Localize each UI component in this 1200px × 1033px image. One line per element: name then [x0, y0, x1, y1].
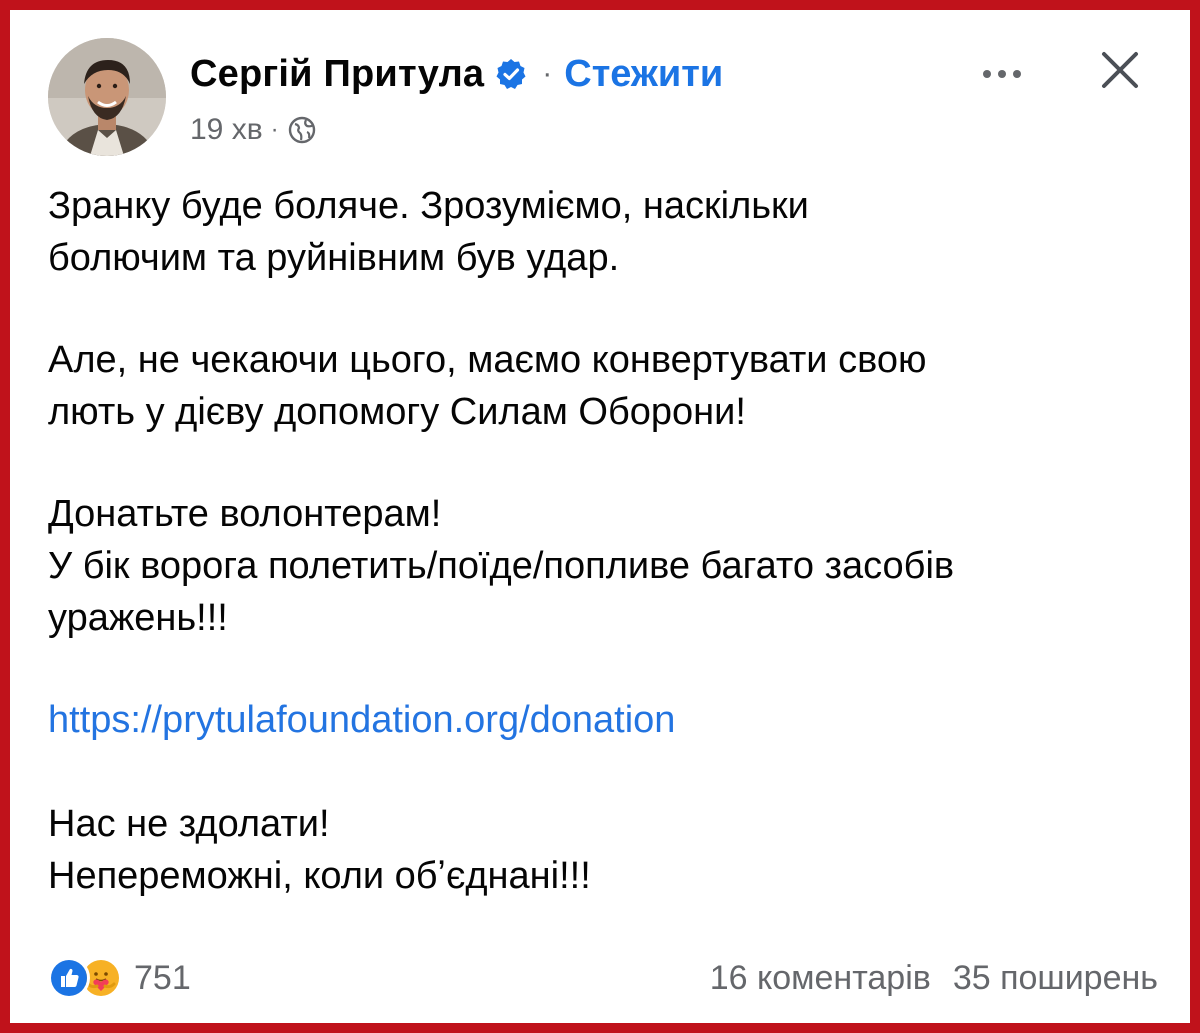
more-dots-icon: [983, 70, 1021, 78]
reactions-summary[interactable]: 751: [48, 957, 191, 999]
reactions-count: 751: [134, 958, 191, 997]
post-footer: 751 16 коментарів 35 поширень: [48, 950, 1158, 1006]
meta-separator: ·: [270, 116, 279, 143]
text-line: У бік ворога полетить/поїде/попливе бага…: [48, 545, 955, 587]
post-paragraph: Але, не чекаючи цього, маємо конвертуват…: [48, 334, 1158, 438]
close-icon: [1102, 52, 1138, 88]
text-line: уражень!!!: [48, 597, 228, 639]
author-row: Сергій Притула · Стежити: [190, 50, 723, 98]
follow-button[interactable]: Стежити: [564, 53, 723, 96]
text-line: Зранку буде боляче. Зрозуміємо, наскільк…: [48, 185, 809, 227]
text-line: лють у дієву допомогу Силам Оборони!: [48, 391, 746, 433]
more-options-button[interactable]: [972, 54, 1032, 94]
verified-badge-icon: [494, 57, 528, 91]
author-name[interactable]: Сергій Притула: [190, 53, 484, 96]
post-card: Сергій Притула · Стежити 19 хв · Зранку …: [10, 10, 1190, 1023]
text-line: Непереможні, коли обʼєднані!!!: [48, 855, 591, 897]
text-line: болючим та руйнівним був удар.: [48, 237, 620, 279]
comments-count[interactable]: 16 коментарів: [710, 959, 931, 998]
avatar-image: [48, 38, 166, 156]
donation-link[interactable]: https://prytulafoundation.org/donation: [48, 694, 1158, 746]
author-avatar[interactable]: [48, 38, 166, 156]
post-meta: 19 хв ·: [190, 110, 317, 150]
post-paragraph: Нас не здолати! Непереможні, коли обʼєдн…: [48, 798, 1158, 902]
post-body: Зранку буде боляче. Зрозуміємо, наскільк…: [48, 180, 1158, 902]
shares-count[interactable]: 35 поширень: [953, 959, 1158, 998]
like-reaction-icon: [48, 957, 90, 999]
text-line: Донатьте волонтерам!: [48, 493, 442, 535]
text-line: Але, не чекаючи цього, маємо конвертуват…: [48, 339, 927, 381]
post-paragraph: Зранку буде боляче. Зрозуміємо, наскільк…: [48, 180, 1158, 284]
post-stats: 16 коментарів 35 поширень: [710, 959, 1158, 998]
post-paragraph: Донатьте волонтерам! У бік ворога полети…: [48, 488, 1158, 644]
globe-icon: [287, 115, 317, 145]
text-line: Нас не здолати!: [48, 803, 330, 845]
post-timestamp[interactable]: 19 хв: [190, 113, 263, 147]
close-button[interactable]: [1090, 40, 1150, 100]
separator-dot: ·: [542, 57, 553, 90]
